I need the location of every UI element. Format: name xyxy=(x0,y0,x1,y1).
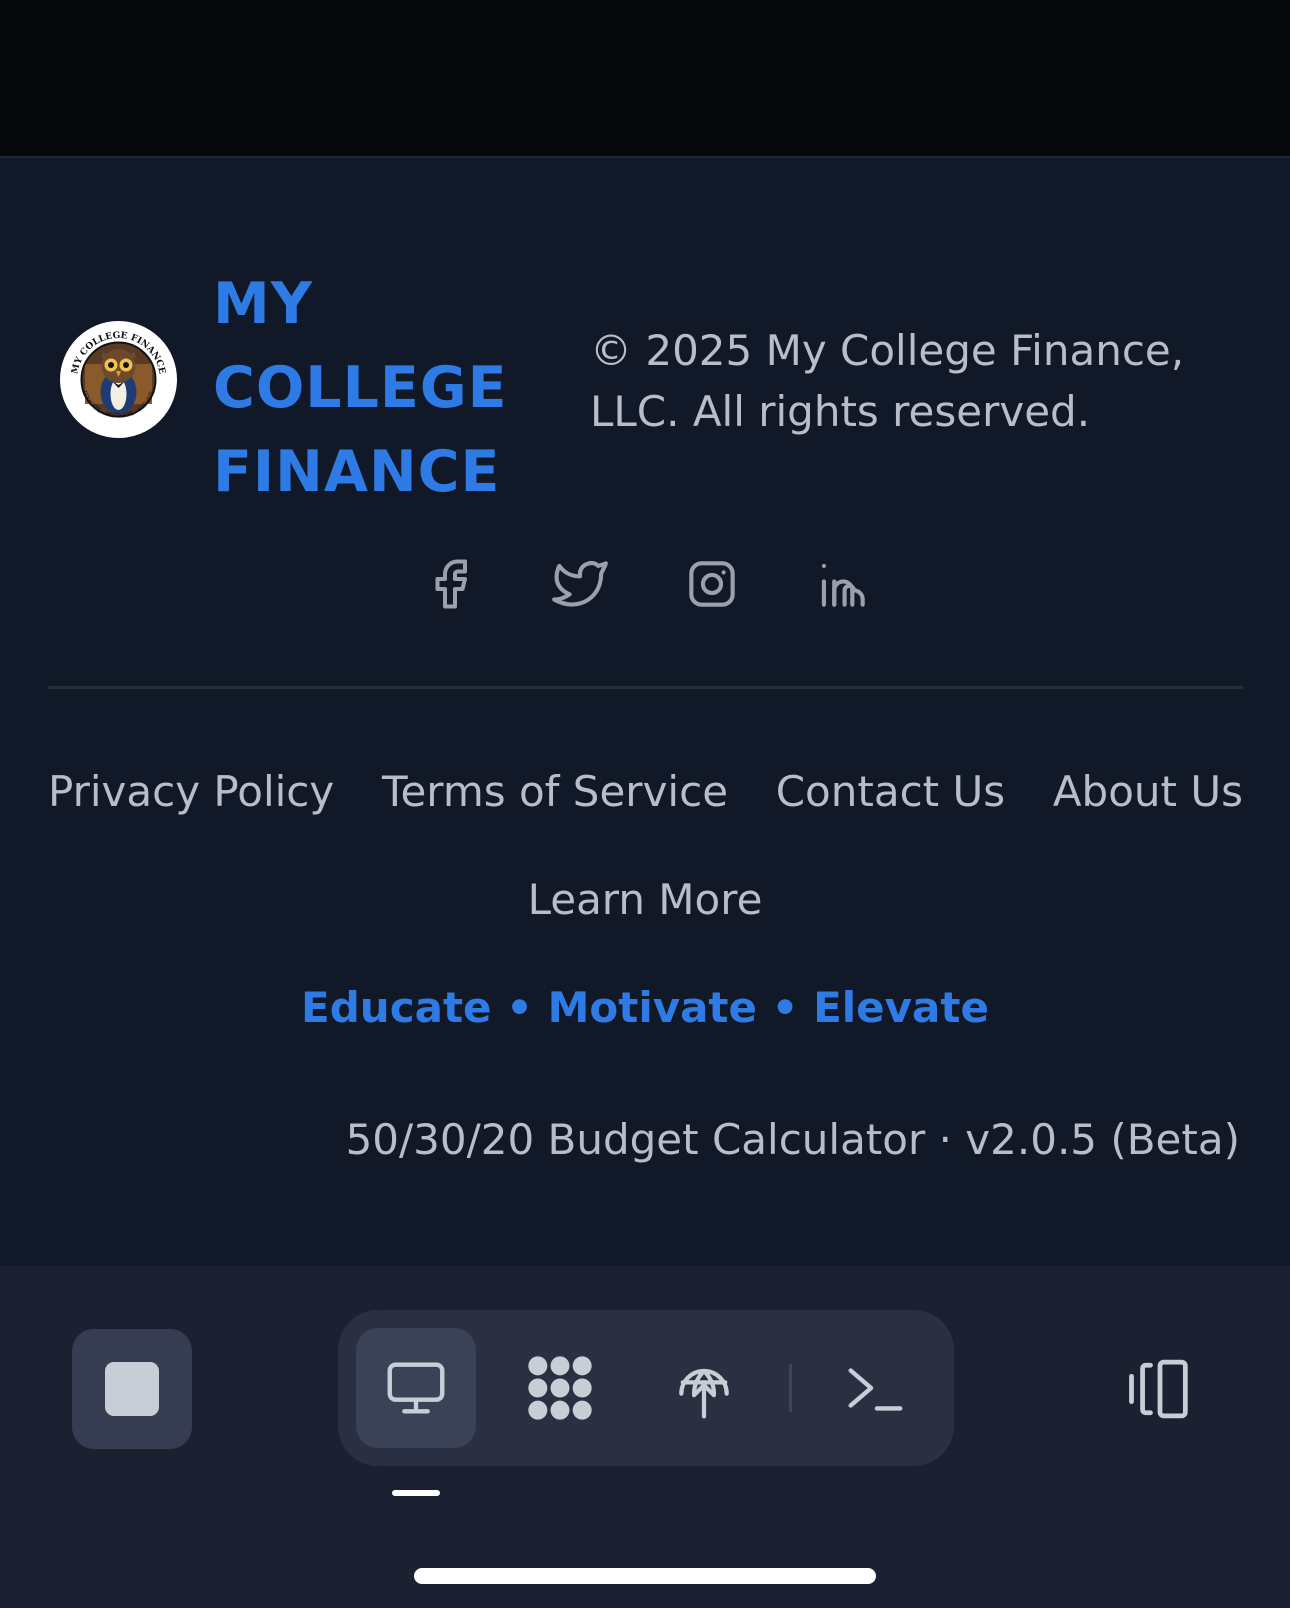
tagline: Educate • Motivate • Elevate xyxy=(301,983,989,1032)
copyright-text: © 2025 My College Finance, LLC. All righ… xyxy=(590,326,1185,436)
deploy-globe-icon xyxy=(679,1368,729,1419)
top-strip xyxy=(0,0,1290,158)
footer-links: Privacy Policy Terms of Service Contact … xyxy=(48,762,1243,822)
tab-apps[interactable] xyxy=(500,1328,620,1448)
home-indicator xyxy=(414,1568,876,1584)
terms-of-service-link[interactable]: Terms of Service xyxy=(382,762,728,822)
instagram-icon[interactable] xyxy=(676,548,748,620)
active-tab-indicator xyxy=(392,1490,440,1496)
twitter-icon[interactable] xyxy=(544,548,616,620)
learn-more-link[interactable]: Learn More xyxy=(0,870,1290,930)
privacy-policy-link[interactable]: Privacy Policy xyxy=(48,762,334,822)
facebook-icon[interactable] xyxy=(414,548,486,620)
tab-deploy[interactable] xyxy=(644,1328,764,1448)
tab-desktop[interactable] xyxy=(356,1328,476,1448)
brand-logo[interactable]: MY COLLEGE FINANCE EDUCATE · MOTIVATE · … xyxy=(60,321,177,438)
contact-us-link[interactable]: Contact Us xyxy=(776,762,1005,822)
about-us-link[interactable]: About Us xyxy=(1053,762,1243,822)
linkedin-icon[interactable] xyxy=(806,548,878,620)
footer-divider xyxy=(48,686,1243,689)
side-panel-button[interactable] xyxy=(1100,1329,1220,1449)
tab-separator xyxy=(789,1364,792,1412)
stop-button[interactable] xyxy=(72,1329,192,1449)
desktop-icon xyxy=(387,1362,445,1414)
brand-name[interactable]: MY COLLEGE FINANCE xyxy=(213,262,543,514)
terminal-icon xyxy=(848,1368,903,1411)
side-panel-icon xyxy=(1129,1359,1188,1419)
tab-terminal[interactable] xyxy=(814,1328,934,1448)
view-tab-group xyxy=(338,1310,954,1466)
apps-grid-icon xyxy=(528,1356,592,1420)
version-label: 50/30/20 Budget Calculator · v2.0.5 (Bet… xyxy=(345,1115,1240,1164)
stop-icon xyxy=(105,1362,159,1416)
